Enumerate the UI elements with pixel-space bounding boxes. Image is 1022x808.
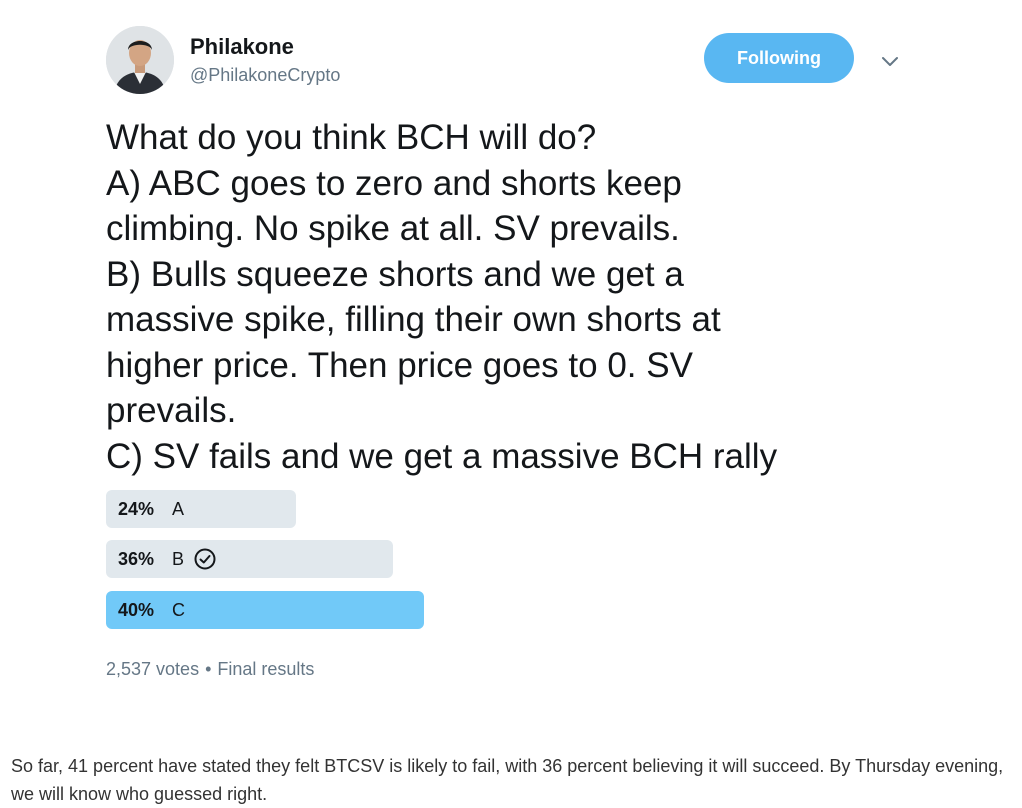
author-handle[interactable]: @PhilakoneCrypto <box>190 65 340 86</box>
poll-option-label: B <box>172 548 185 569</box>
poll-option-a: 24% A <box>106 490 296 528</box>
tweet-text-line: B) Bulls squeeze shorts and we get a <box>106 254 684 294</box>
check-circle-icon <box>194 548 216 570</box>
poll-status: Final results <box>217 659 315 679</box>
poll-option-label: C <box>172 599 185 620</box>
chevron-down-icon <box>882 57 898 66</box>
tweet-text-line: climbing. No spike at all. SV prevails. <box>106 209 680 248</box>
tweet-text-line: C) SV fails and we get a massive BCH ral… <box>106 436 778 476</box>
tweet-text: What do you think BCH will do? A) ABC go… <box>106 115 966 479</box>
poll-meta-separator: • <box>205 659 212 679</box>
poll-meta: 2,537 votes • Final results <box>106 659 314 680</box>
tweet-text-line: prevails. <box>106 391 237 430</box>
poll-option-percent: 40% <box>118 599 155 620</box>
tweet-text-line: higher price. Then price goes to 0. SV <box>106 345 693 385</box>
poll-option-label: A <box>172 498 185 519</box>
following-button[interactable]: Following <box>704 33 854 83</box>
tweet-card: Philakone @PhilakoneCrypto Following Wha… <box>0 0 1022 700</box>
poll-option-c: 40% C <box>106 591 424 629</box>
tweet-text-line: What do you think BCH will do? <box>106 118 597 157</box>
avatar-photo <box>106 26 174 94</box>
poll-option-b: 36% B <box>106 540 393 578</box>
poll-vote-count: 2,537 votes <box>106 659 200 679</box>
tweet-text-line: massive spike, filling their own shorts … <box>106 300 721 339</box>
more-options-button[interactable] <box>876 48 904 76</box>
author-name[interactable]: Philakone <box>190 34 294 60</box>
author-avatar[interactable] <box>106 26 174 94</box>
poll-option-percent: 24% <box>118 498 155 519</box>
article-paragraph: So far, 41 percent have stated they felt… <box>11 756 1004 804</box>
tweet-text-line: A) ABC goes to zero and shorts keep <box>106 163 682 203</box>
poll-option-percent: 36% <box>118 548 155 569</box>
